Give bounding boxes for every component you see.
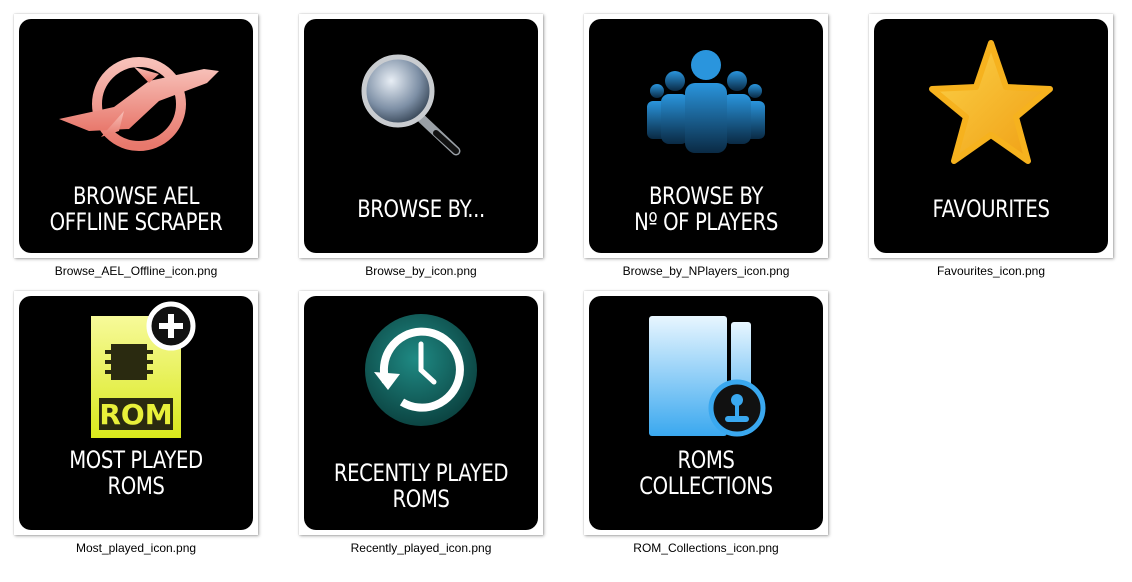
tile-label: MOST PLAYED ROMS — [69, 446, 203, 500]
file-item-rom-collections[interactable]: ROMS COLLECTIONS ROM_Collections_icon.pn… — [570, 277, 828, 555]
tile-label: ROMS COLLECTIONS — [639, 446, 773, 500]
thumbnail[interactable]: ROM MOST PLAYED ROMS — [14, 291, 258, 535]
svg-text:ROM: ROM — [99, 398, 172, 431]
file-name[interactable]: Favourites_icon.png — [855, 264, 1127, 278]
file-item-browse-by[interactable]: BROWSE BY... Browse_by_icon.png — [285, 0, 543, 278]
icon-tile: BROWSE BY... — [304, 19, 538, 253]
file-item-recently-played[interactable]: RECENTLY PLAYED ROMS Recently_played_ico… — [285, 277, 543, 555]
tile-label: BROWSE BY Nº OF PLAYERS — [634, 182, 778, 236]
file-item-browse-ael-offline[interactable]: BROWSE AEL OFFLINE SCRAPER Browse_AEL_Of… — [0, 0, 258, 278]
icon-tile: BROWSE BY Nº OF PLAYERS — [589, 19, 823, 253]
tile-label: RECENTLY PLAYED ROMS — [333, 459, 509, 513]
file-name[interactable]: Browse_by_icon.png — [285, 264, 557, 278]
icon-tile: ROMS COLLECTIONS — [589, 296, 823, 530]
thumbnail[interactable]: ROMS COLLECTIONS — [584, 291, 828, 535]
thumbnail[interactable]: RECENTLY PLAYED ROMS — [299, 291, 543, 535]
file-item-browse-by-nplayers[interactable]: BROWSE BY Nº OF PLAYERS Browse_by_NPlaye… — [570, 0, 828, 278]
file-name[interactable]: Most_played_icon.png — [0, 541, 272, 555]
file-item-favourites[interactable]: FAVOURITES Favourites_icon.png — [855, 0, 1113, 278]
icon-tile: RECENTLY PLAYED ROMS — [304, 296, 538, 530]
tile-label: FAVOURITES — [932, 195, 1050, 223]
file-name[interactable]: Browse_by_NPlayers_icon.png — [570, 264, 842, 278]
icon-tile: FAVOURITES — [874, 19, 1108, 253]
file-grid: BROWSE AEL OFFLINE SCRAPER Browse_AEL_Of… — [0, 0, 1132, 582]
file-name[interactable]: ROM_Collections_icon.png — [570, 541, 842, 555]
file-item-most-played[interactable]: ROM MOST PLAYED ROMS Most_played_icon.pn… — [0, 277, 258, 555]
thumbnail[interactable]: BROWSE BY Nº OF PLAYERS — [584, 14, 828, 258]
thumbnail[interactable]: BROWSE BY... — [299, 14, 543, 258]
tile-label: BROWSE AEL OFFLINE SCRAPER — [49, 182, 223, 236]
file-name[interactable]: Browse_AEL_Offline_icon.png — [0, 264, 272, 278]
tile-label: BROWSE BY... — [357, 195, 485, 223]
icon-tile: BROWSE AEL OFFLINE SCRAPER — [19, 19, 253, 253]
thumbnail[interactable]: BROWSE AEL OFFLINE SCRAPER — [14, 14, 258, 258]
thumbnail[interactable]: FAVOURITES — [869, 14, 1113, 258]
icon-tile: ROM MOST PLAYED ROMS — [19, 296, 253, 530]
file-name[interactable]: Recently_played_icon.png — [285, 541, 557, 555]
